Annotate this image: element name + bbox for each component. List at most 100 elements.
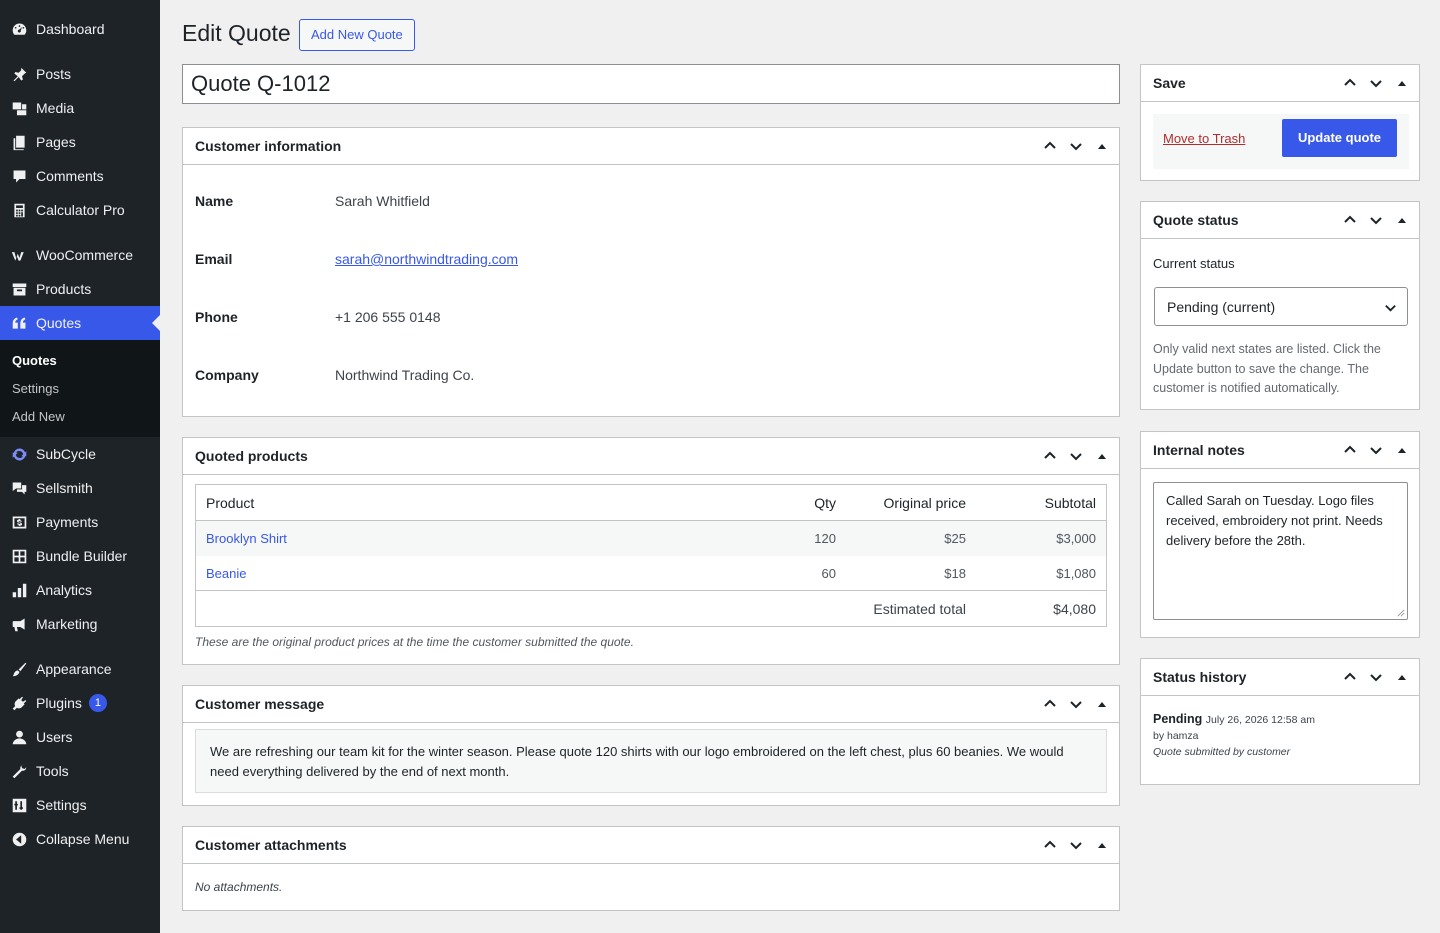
box-header: Customer information [183,128,1119,165]
menu-marketing[interactable]: Marketing [0,607,160,641]
message-text: We are refreshing our team kit for the w… [195,729,1107,793]
internal-notes-box: Internal notes Called Sarah on Tuesday. … [1140,431,1420,638]
move-down-icon[interactable] [1063,438,1089,474]
toggle-panel-icon[interactable] [1089,128,1115,164]
box-controls [1337,432,1415,468]
toggle-panel-icon[interactable] [1389,659,1415,695]
box-title: Customer information [195,138,342,154]
menu-label: Users [36,729,73,745]
move-down-icon[interactable] [1063,686,1089,722]
move-down-icon[interactable] [1363,65,1389,101]
move-down-icon[interactable] [1363,659,1389,695]
history-author: by hamza [1153,730,1199,742]
quote-title-input[interactable]: Quote Q-1012 [182,64,1120,104]
comment-icon [10,167,28,185]
menu-calculator-pro[interactable]: Calculator Pro [0,193,160,227]
qty-cell: 60 [821,565,836,581]
brush-icon [10,660,28,678]
price-cell: $25 [944,531,966,546]
toggle-panel-icon[interactable] [1389,432,1415,468]
wrench-icon [10,762,28,780]
update-quote-button[interactable]: Update quote [1282,119,1397,157]
archive-icon [10,280,28,298]
move-down-icon[interactable] [1363,432,1389,468]
customer-message-box: Customer message We are refreshing our t… [182,685,1120,806]
status-select-value: Pending (current) [1167,298,1276,315]
menu-label: Settings [36,797,87,813]
product-link[interactable]: Brooklyn Shirt [206,531,287,546]
toggle-panel-icon[interactable] [1089,438,1115,474]
menu-tools[interactable]: Tools [0,754,160,788]
move-up-icon[interactable] [1337,65,1363,101]
menu-settings[interactable]: Settings [0,788,160,822]
history-entry: Pending July 26, 2026 12:58 am by hamza … [1153,712,1409,758]
toggle-panel-icon[interactable] [1089,686,1115,722]
menu-woocommerce[interactable]: WooCommerce [0,238,160,272]
products-note: These are the original product prices at… [195,635,634,649]
total-value: $4,080 [1053,600,1096,617]
menu-dashboard[interactable]: Dashboard [0,12,160,46]
move-to-trash-link[interactable]: Move to Trash [1163,131,1245,146]
box-controls [1037,686,1115,722]
menu-subcycle[interactable]: SubCycle [0,437,160,471]
menu-products[interactable]: Products [0,272,160,306]
menu-users[interactable]: Users [0,720,160,754]
move-up-icon[interactable] [1337,659,1363,695]
move-up-icon[interactable] [1037,827,1063,863]
move-up-icon[interactable] [1037,438,1063,474]
menu-pages[interactable]: Pages [0,125,160,159]
toggle-panel-icon[interactable] [1089,827,1115,863]
move-up-icon[interactable] [1037,128,1063,164]
move-down-icon[interactable] [1363,202,1389,238]
quotes-submenu: Quotes Settings Add New [0,340,160,437]
toggle-panel-icon[interactable] [1389,202,1415,238]
internal-notes-textarea[interactable]: Called Sarah on Tuesday. Logo files rece… [1153,482,1408,620]
box-title: Customer attachments [195,837,347,853]
column-header: Qty [814,494,836,511]
current-status-label: Current status [1153,256,1235,271]
move-down-icon[interactable] [1063,128,1089,164]
email-label: Email [195,251,233,267]
menu-label: Dashboard [36,21,105,37]
submenu-settings[interactable]: Settings [0,375,160,403]
toggle-panel-icon[interactable] [1389,65,1415,101]
phone-label: Phone [195,309,238,325]
box-header: Internal notes [1141,432,1419,469]
menu-sellsmith[interactable]: Sellsmith [0,471,160,505]
media-icon [10,99,28,117]
subtotal-cell: $3,000 [1056,531,1096,546]
move-down-icon[interactable] [1063,827,1089,863]
submenu-quotes[interactable]: Quotes [0,347,160,375]
menu-appearance[interactable]: Appearance [0,652,160,686]
product-link[interactable]: Beanie [206,566,246,581]
add-new-quote-button[interactable]: Add New Quote [299,19,415,51]
status-select[interactable]: Pending (current) [1154,287,1408,326]
chevron-down-icon [1385,304,1396,312]
internal-notes-text: Called Sarah on Tuesday. Logo files rece… [1166,493,1383,548]
menu-plugins[interactable]: Plugins 1 [0,686,160,720]
menu-label: Appearance [36,661,112,677]
box-controls [1337,65,1415,101]
subtotal-cell: $1,080 [1056,565,1096,581]
move-up-icon[interactable] [1337,202,1363,238]
menu-comments[interactable]: Comments [0,159,160,193]
menu-quotes[interactable]: Quotes [0,306,160,340]
email-link[interactable]: sarah@northwindtrading.com [335,251,518,267]
menu-analytics[interactable]: Analytics [0,573,160,607]
menu-collapse[interactable]: Collapse Menu [0,822,160,856]
menu-label: Comments [36,168,104,184]
menu-bundle-builder[interactable]: Bundle Builder [0,539,160,573]
page-title: Edit Quote [182,20,291,46]
menu-media[interactable]: Media [0,91,160,125]
submenu-add-new[interactable]: Add New [0,403,160,431]
history-date: July 26, 2026 12:58 am [1205,714,1315,726]
menu-payments[interactable]: Payments [0,505,160,539]
menu-posts[interactable]: Posts [0,57,160,91]
move-up-icon[interactable] [1337,432,1363,468]
woocommerce-icon [10,246,28,264]
customer-information-box: Customer information Name Sarah Whitfiel… [182,127,1120,417]
menu-label: Bundle Builder [36,548,128,564]
resize-handle-icon[interactable] [1397,609,1405,617]
move-up-icon[interactable] [1037,686,1063,722]
table-row: Brooklyn Shirt 120 $25 $3,000 [196,521,1106,556]
